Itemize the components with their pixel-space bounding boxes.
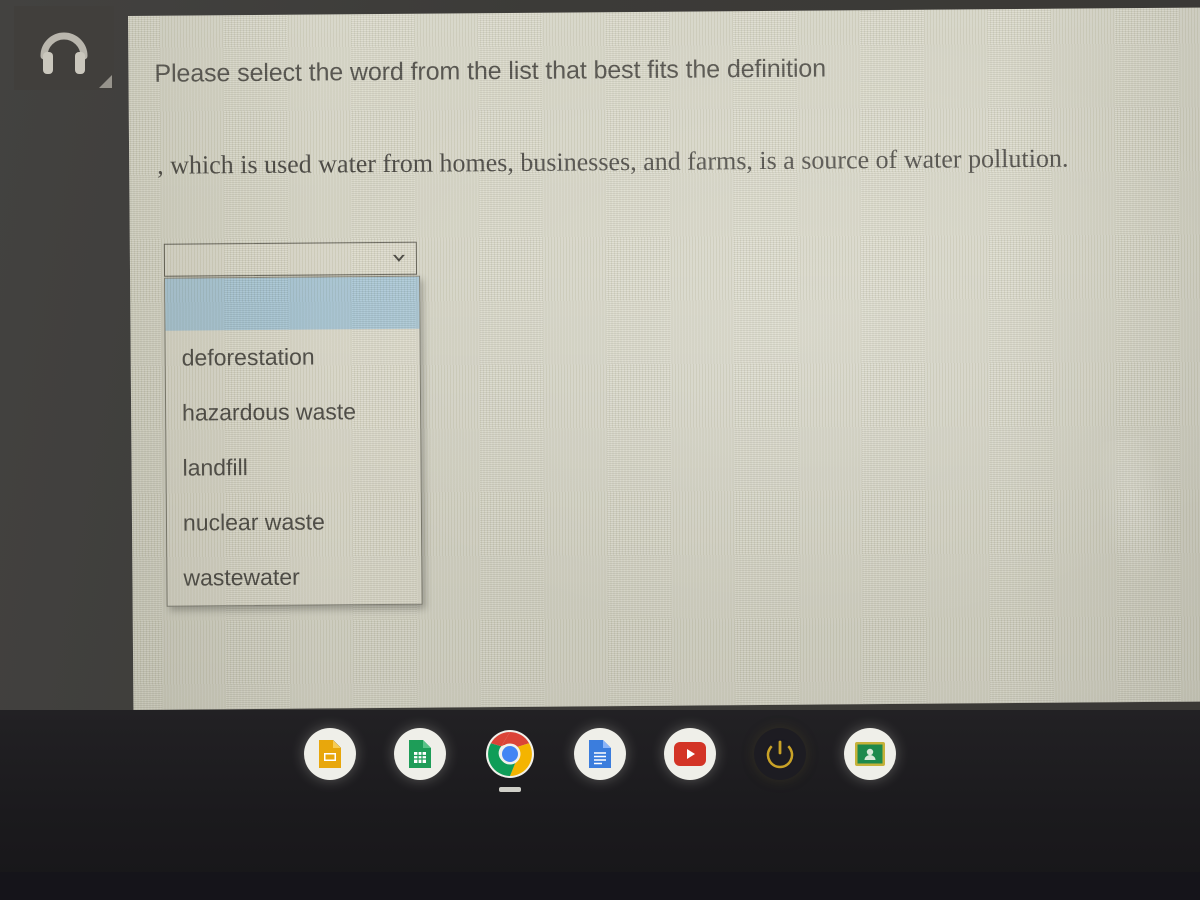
headphones-icon xyxy=(40,32,88,74)
shelf-item-google-sheets[interactable] xyxy=(392,726,448,782)
shelf-item-google-docs[interactable] xyxy=(572,726,628,782)
tile-corner-marker xyxy=(99,75,112,88)
slides-icon xyxy=(319,740,341,768)
question-text: , which is used water from homes, busine… xyxy=(157,143,1069,180)
list-item[interactable]: landfill xyxy=(166,439,420,496)
youtube-icon xyxy=(674,742,706,766)
shelf-item-youtube[interactable] xyxy=(662,726,718,782)
list-item[interactable] xyxy=(165,276,420,331)
page-title: Please select the word from the list tha… xyxy=(154,54,827,88)
photographed-screen: Please select the word from the list tha… xyxy=(0,0,1200,900)
shelf-item-power[interactable] xyxy=(752,726,808,782)
list-item[interactable]: wastewater xyxy=(167,549,421,606)
word-select-control[interactable] xyxy=(163,241,418,277)
power-icon xyxy=(765,739,795,769)
chrome-icon xyxy=(486,730,534,778)
list-item[interactable]: hazardous waste xyxy=(166,384,420,441)
list-item[interactable]: deforestation xyxy=(165,329,419,386)
quiz-page: Please select the word from the list tha… xyxy=(128,8,1200,710)
device-bottom-frame xyxy=(0,872,1200,900)
shelf-item-google-classroom[interactable] xyxy=(842,726,898,782)
shelf-item-google-chrome[interactable] xyxy=(482,726,538,792)
active-app-indicator xyxy=(499,787,521,792)
screen-content-area: Please select the word from the list tha… xyxy=(128,7,1200,710)
classroom-icon xyxy=(855,742,885,766)
list-item[interactable]: nuclear waste xyxy=(167,494,421,551)
shelf-item-google-slides[interactable] xyxy=(302,726,358,782)
sheets-icon xyxy=(409,740,431,768)
docs-icon xyxy=(589,740,611,768)
word-select-options-list[interactable]: deforestation hazardous waste landfill n… xyxy=(164,275,423,607)
headphones-tile xyxy=(14,6,114,90)
chevron-down-icon[interactable] xyxy=(391,252,407,266)
